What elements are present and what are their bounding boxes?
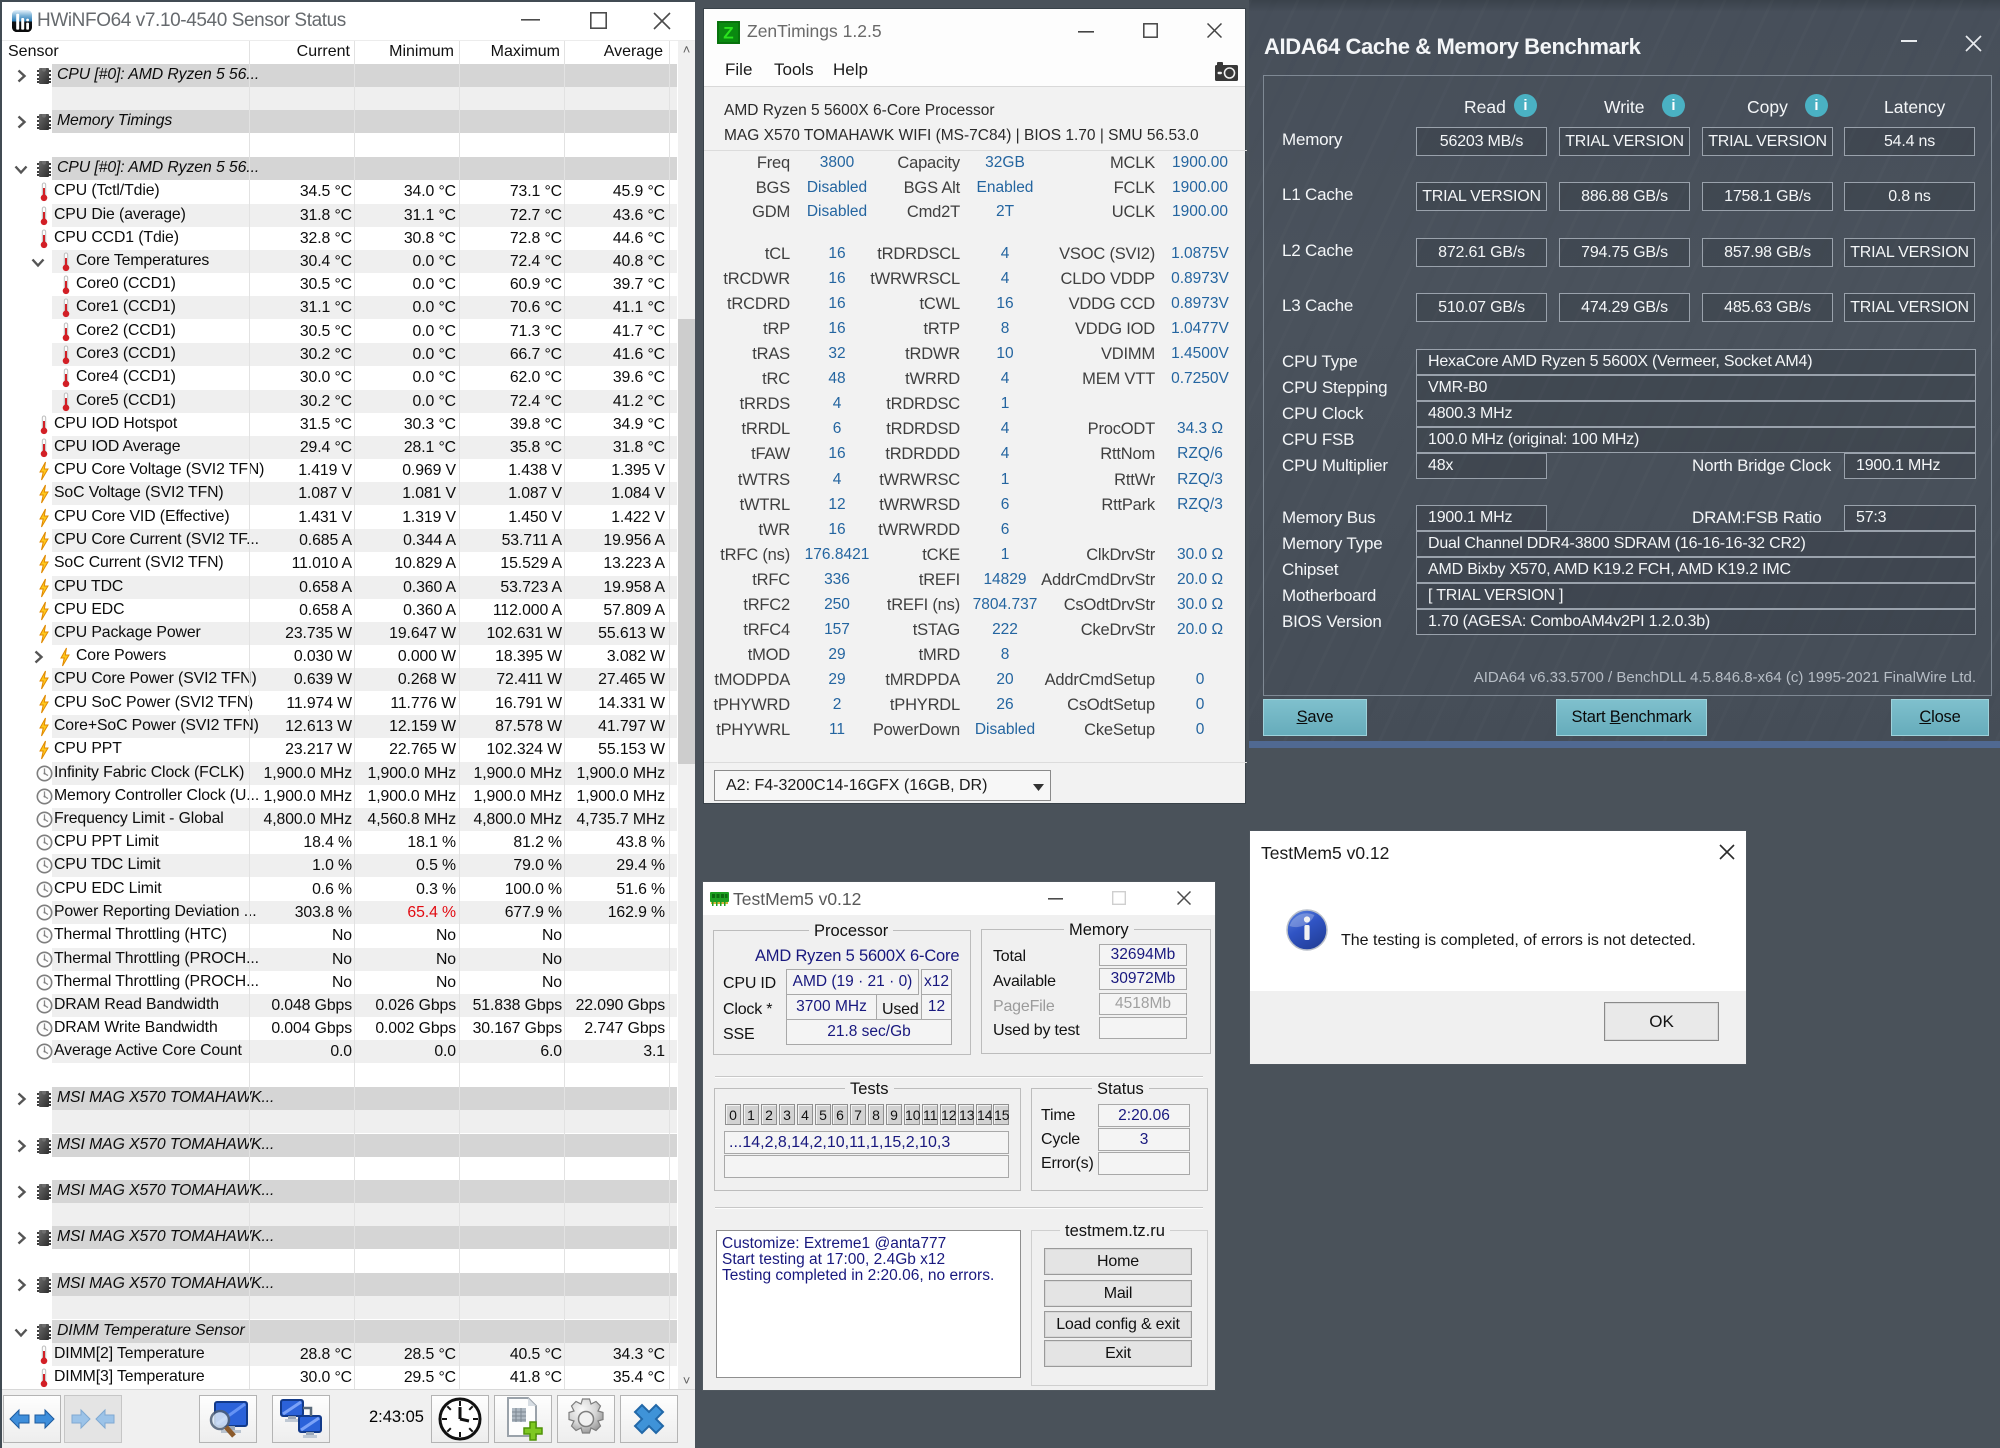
- svg-text:Z: Z: [723, 24, 733, 43]
